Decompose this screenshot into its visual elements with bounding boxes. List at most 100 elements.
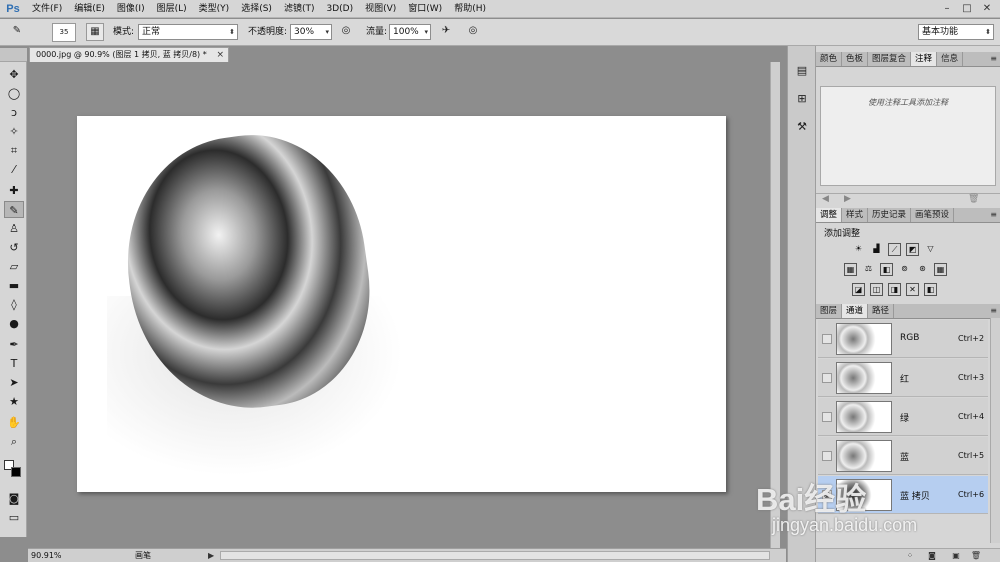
zoom-tool-icon[interactable]: ⌕ <box>4 433 24 450</box>
tab-history[interactable]: 历史记录 <box>868 208 912 222</box>
brush-tool-icon[interactable]: ✎ <box>4 201 24 218</box>
healing-brush-tool-icon[interactable]: ✚ <box>4 182 24 199</box>
invert-icon[interactable]: ◪ <box>852 283 865 296</box>
flow-field[interactable]: 100% ▾ <box>389 24 431 40</box>
threshold-icon[interactable]: ◨ <box>888 283 901 296</box>
brush-panel-icon[interactable]: ▤ <box>793 62 811 80</box>
zoom-level[interactable]: 90.91% <box>31 549 62 562</box>
eraser-tool-icon[interactable]: ▱ <box>4 258 24 275</box>
tab-adjustments[interactable]: 调整 <box>816 208 843 222</box>
save-selection-icon[interactable]: ◙ <box>926 550 938 561</box>
maximize-button[interactable]: □ <box>958 1 976 16</box>
panel-menu-icon[interactable]: ≡ <box>990 304 997 318</box>
curves-icon[interactable]: ⟋ <box>888 243 901 256</box>
document-tab[interactable]: 0000.jpg @ 90.9% (图层 1 拷贝, 蓝 拷贝/8) * × <box>29 47 229 62</box>
path-select-tool-icon[interactable]: ➤ <box>4 374 24 391</box>
move-tool-icon[interactable]: ✥ <box>4 66 24 83</box>
menu-3d[interactable]: 3D(D) <box>320 0 359 18</box>
quick-mask-icon[interactable]: ◙ <box>4 490 24 507</box>
gradient-tool-icon[interactable]: ▬ <box>4 277 24 294</box>
menu-help[interactable]: 帮助(H) <box>448 0 492 18</box>
tab-paths[interactable]: 路径 <box>868 304 895 318</box>
channel-row-green[interactable]: 绿 Ctrl+4 <box>818 398 988 436</box>
menu-window[interactable]: 窗口(W) <box>402 0 448 18</box>
trash-icon[interactable]: 🗑 <box>968 194 979 204</box>
clone-source-panel-icon[interactable]: ⊞ <box>793 90 811 108</box>
color-balance-icon[interactable]: ⚖ <box>862 263 875 276</box>
tool-presets-panel-icon[interactable]: ⚒ <box>793 118 811 136</box>
status-menu-arrow[interactable]: ▶ <box>208 549 214 562</box>
background-color-swatch[interactable] <box>11 467 21 477</box>
selective-color-icon[interactable]: ✕ <box>906 283 919 296</box>
shape-tool-icon[interactable]: ★ <box>4 393 24 410</box>
minimize-button[interactable]: – <box>938 1 956 16</box>
canvas-horizontal-scrollbar[interactable] <box>220 551 770 560</box>
pen-tool-icon[interactable]: ✒ <box>4 336 24 353</box>
tab-notes[interactable]: 注释 <box>911 52 938 66</box>
toolbox-grip[interactable] <box>0 48 27 62</box>
photo-filter-icon[interactable]: ⊚ <box>898 263 911 276</box>
levels-icon[interactable]: ▟ <box>870 243 883 256</box>
brush-tool-icon[interactable]: ✎ <box>8 23 26 41</box>
eyedropper-tool-icon[interactable]: ⁄ <box>4 161 24 178</box>
crop-tool-icon[interactable]: ⌗ <box>4 142 24 159</box>
menu-select[interactable]: 选择(S) <box>235 0 278 18</box>
hue-saturation-icon[interactable]: ▦ <box>844 263 857 276</box>
channel-row-red[interactable]: 红 Ctrl+3 <box>818 359 988 397</box>
dodge-tool-icon[interactable]: ● <box>4 315 24 332</box>
tab-info[interactable]: 信息 <box>937 52 964 66</box>
channel-row-rgb[interactable]: RGB Ctrl+2 <box>818 320 988 358</box>
hand-tool-icon[interactable]: ✋ <box>4 414 24 431</box>
airbrush-icon[interactable]: ✈ <box>437 23 455 41</box>
visibility-toggle[interactable] <box>822 334 832 344</box>
vibrance-icon[interactable]: ▽ <box>924 243 937 256</box>
menu-file[interactable]: 文件(F) <box>26 0 68 18</box>
panel-menu-icon[interactable]: ≡ <box>990 52 997 66</box>
menu-type[interactable]: 类型(Y) <box>193 0 236 18</box>
gradient-map-icon[interactable]: ◧ <box>924 283 937 296</box>
brush-preset-picker[interactable]: 35 <box>52 23 76 42</box>
arrow-right-icon[interactable]: ▶ <box>844 194 851 204</box>
visibility-toggle[interactable] <box>822 412 832 422</box>
document-canvas[interactable] <box>77 116 726 492</box>
menu-filter[interactable]: 滤镜(T) <box>278 0 321 18</box>
workspace-select[interactable]: 基本功能 ⬍ <box>918 24 994 40</box>
close-window-button[interactable]: ✕ <box>978 1 996 16</box>
tab-layer-comps[interactable]: 图层复合 <box>868 52 912 66</box>
menu-edit[interactable]: 编辑(E) <box>68 0 111 18</box>
blur-tool-icon[interactable]: ◊ <box>4 296 24 313</box>
type-tool-icon[interactable]: T <box>4 355 24 372</box>
tab-channels[interactable]: 通道 <box>842 304 869 318</box>
mode-select[interactable]: 正常 ⬍ <box>138 24 238 40</box>
posterize-icon[interactable]: ◫ <box>870 283 883 296</box>
tab-styles[interactable]: 样式 <box>842 208 869 222</box>
panel-menu-icon[interactable]: ≡ <box>990 208 997 222</box>
close-icon[interactable]: × <box>216 48 224 62</box>
brush-panel-toggle-icon[interactable]: ▦ <box>86 23 104 41</box>
history-brush-tool-icon[interactable]: ↺ <box>4 239 24 256</box>
new-channel-icon[interactable]: ▣ <box>950 550 962 561</box>
channel-row-blue[interactable]: 蓝 Ctrl+5 <box>818 437 988 475</box>
load-selection-icon[interactable]: ⁘ <box>904 550 916 561</box>
visibility-toggle[interactable] <box>822 373 832 383</box>
pressure-size-icon[interactable]: ◎ <box>464 23 482 41</box>
arrow-left-icon[interactable]: ◀ <box>822 194 829 204</box>
channel-mixer-icon[interactable]: ⊛ <box>916 263 929 276</box>
screen-mode-icon[interactable]: ▭ <box>4 509 24 526</box>
menu-image[interactable]: 图像(I) <box>111 0 151 18</box>
tab-brush-presets[interactable]: 画笔预设 <box>911 208 955 222</box>
tab-swatches[interactable]: 色板 <box>842 52 869 66</box>
black-white-icon[interactable]: ◧ <box>880 263 893 276</box>
exposure-icon[interactable]: ◩ <box>906 243 919 256</box>
color-lookup-icon[interactable]: ▦ <box>934 263 947 276</box>
trash-icon[interactable]: 🗑 <box>970 550 982 561</box>
tab-color[interactable]: 颜色 <box>816 52 843 66</box>
lasso-tool-icon[interactable]: ↄ <box>4 104 24 121</box>
menu-view[interactable]: 视图(V) <box>359 0 402 18</box>
opacity-field[interactable]: 30% ▾ <box>290 24 332 40</box>
channels-scrollbar[interactable] <box>990 318 1000 543</box>
clone-stamp-tool-icon[interactable]: ♙ <box>4 220 24 237</box>
quick-select-tool-icon[interactable]: ✧ <box>4 123 24 140</box>
brightness-icon[interactable]: ☀ <box>852 243 865 256</box>
tab-layers[interactable]: 图层 <box>816 304 843 318</box>
